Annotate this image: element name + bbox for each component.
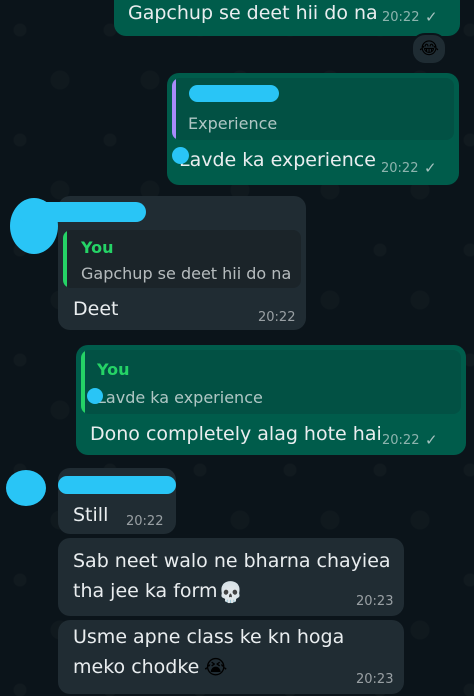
message-text-line: tha jee ka form xyxy=(73,580,218,602)
message-bubble-incoming[interactable]: Sab neet walo ne bharna chayiea tha jee … xyxy=(58,538,404,616)
message-text: Dono completely alag hote hai xyxy=(90,423,382,445)
message-time: 20:22 xyxy=(258,310,296,325)
message-bubble-incoming[interactable]: Usme apne class ke kn hoga meko chodke 😭… xyxy=(58,620,404,694)
quoted-message[interactable]: You Gapchup se deet hii do na xyxy=(63,230,301,288)
message-time: 20:23 xyxy=(356,594,394,609)
quoted-text: Experience xyxy=(188,114,278,133)
message-bubble-incoming[interactable]: Still 20:22 xyxy=(58,468,176,534)
message-text: Still xyxy=(73,504,109,526)
skull-emoji-icon: 💀 xyxy=(218,580,243,604)
message-text: Gapchup se deet hii do na xyxy=(128,2,378,24)
quoted-text: Lavde ka experience xyxy=(97,388,263,407)
message-time: 20:22 xyxy=(382,10,420,25)
avatar[interactable] xyxy=(6,470,46,506)
redaction-dot xyxy=(87,388,103,404)
message-text: Deet xyxy=(73,298,119,320)
quote-bar xyxy=(81,350,85,414)
single-check-icon: ✓ xyxy=(425,8,438,26)
message-text-line: Usme apne class ke kn hoga xyxy=(73,626,345,648)
message-bubble-outgoing[interactable]: Gapchup se deet hii do na 20:22 ✓ xyxy=(114,0,460,36)
quote-bar xyxy=(172,78,176,140)
message-time: 20:22 xyxy=(382,433,420,448)
message-time: 20:22 xyxy=(126,514,164,529)
crying-emoji-icon: 😭 xyxy=(204,655,228,679)
redacted-name xyxy=(189,85,279,102)
quoted-author: You xyxy=(97,360,130,379)
reaction-emoji[interactable]: 😂 xyxy=(411,33,447,65)
message-time: 20:23 xyxy=(356,672,394,687)
laughing-emoji-icon: 😂 xyxy=(419,39,439,59)
single-check-icon: ✓ xyxy=(425,431,438,449)
message-text: Lavde ka experience xyxy=(179,149,376,171)
message-text-line: Sab neet walo ne bharna chayiea xyxy=(73,550,391,572)
message-text-line: meko chodke xyxy=(73,656,200,678)
redaction-dot xyxy=(172,147,189,164)
message-time: 20:22 xyxy=(381,161,419,176)
quoted-text: Gapchup se deet hii do na xyxy=(81,264,292,283)
redacted-sender-name xyxy=(18,202,146,222)
redacted-sender-name xyxy=(58,476,176,494)
message-bubble-incoming[interactable]: You Gapchup se deet hii do na Deet 20:22 xyxy=(18,196,306,330)
message-bubble-outgoing[interactable]: You Lavde ka experience Dono completely … xyxy=(76,345,466,455)
single-check-icon: ✓ xyxy=(424,159,437,177)
quoted-author: You xyxy=(81,238,114,257)
quote-bar xyxy=(63,230,67,288)
quoted-message[interactable]: You Lavde ka experience xyxy=(81,350,461,414)
message-bubble-outgoing[interactable]: Experience Lavde ka experience 20:22 ✓ xyxy=(167,73,459,185)
